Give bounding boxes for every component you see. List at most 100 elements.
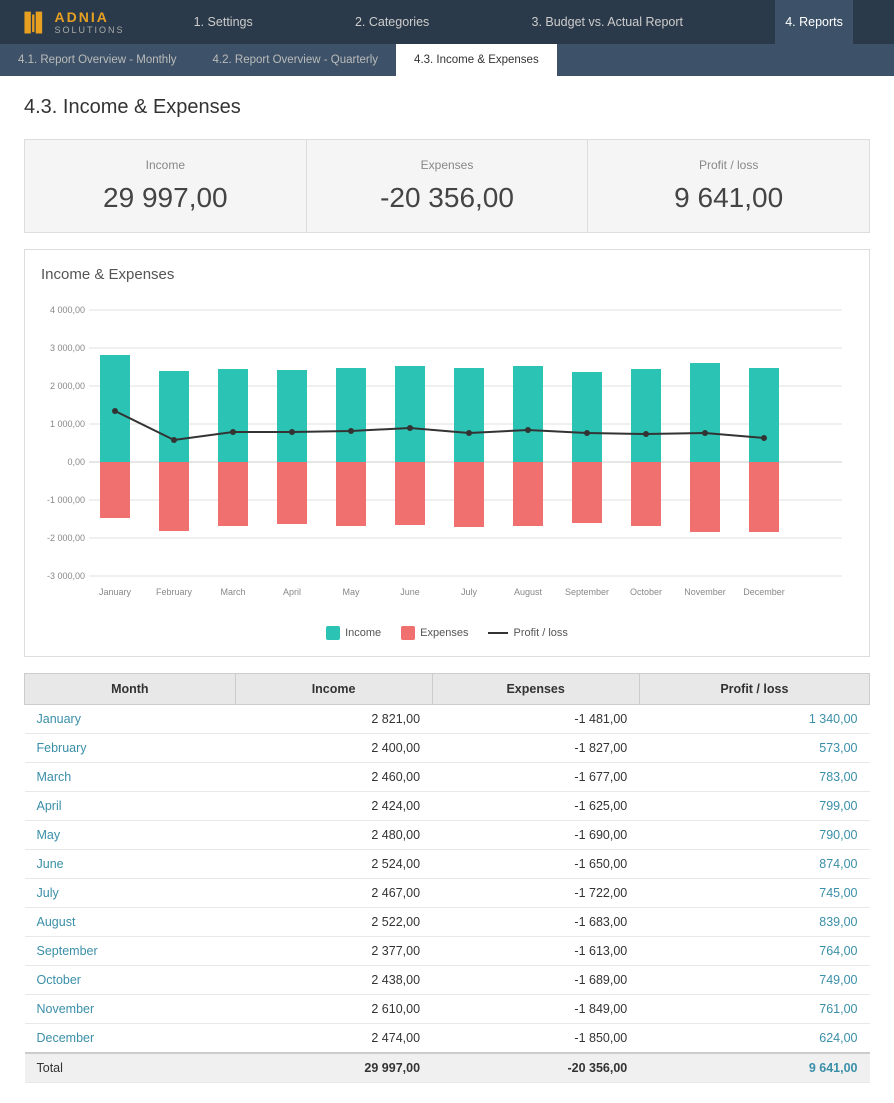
nav-item-categories[interactable]: 2. Categories [345, 0, 439, 44]
table-row: September 2 377,00 -1 613,00 764,00 [25, 937, 870, 966]
svg-text:October: October [630, 587, 662, 597]
chart-svg: 4 000,00 3 000,00 2 000,00 1 000,00 0,00… [41, 295, 853, 615]
nav-item-budget[interactable]: 3. Budget vs. Actual Report [522, 0, 693, 44]
cell-profit: 573,00 [639, 734, 869, 763]
cell-income: 2 460,00 [235, 763, 432, 792]
svg-text:August: August [514, 587, 543, 597]
cell-month: June [25, 850, 236, 879]
cell-expenses: -1 625,00 [432, 792, 639, 821]
total-expenses: -20 356,00 [432, 1053, 639, 1083]
nav-item-settings[interactable]: 1. Settings [184, 0, 263, 44]
svg-text:November: November [684, 587, 726, 597]
svg-text:April: April [283, 587, 301, 597]
cell-profit: 749,00 [639, 966, 869, 995]
cell-expenses: -1 827,00 [432, 734, 639, 763]
table-row: April 2 424,00 -1 625,00 799,00 [25, 792, 870, 821]
expenses-legend-label: Expenses [420, 627, 468, 639]
svg-text:July: July [461, 587, 478, 597]
total-label: Total [25, 1053, 236, 1083]
svg-text:4 000,00: 4 000,00 [50, 305, 85, 315]
cell-profit: 761,00 [639, 995, 869, 1024]
table-total-row: Total 29 997,00 -20 356,00 9 641,00 [25, 1053, 870, 1083]
cell-expenses: -1 650,00 [432, 850, 639, 879]
cell-profit: 783,00 [639, 763, 869, 792]
cell-profit: 624,00 [639, 1024, 869, 1054]
expenses-card: Expenses -20 356,00 [306, 140, 588, 232]
col-header-income: Income [235, 674, 432, 705]
col-header-profit: Profit / loss [639, 674, 869, 705]
data-table: Month Income Expenses Profit / loss Janu… [24, 673, 870, 1083]
svg-text:2 000,00: 2 000,00 [50, 381, 85, 391]
table-row: May 2 480,00 -1 690,00 790,00 [25, 821, 870, 850]
cell-profit: 874,00 [639, 850, 869, 879]
cell-month: September [25, 937, 236, 966]
svg-text:1 000,00: 1 000,00 [50, 419, 85, 429]
cell-income: 2 821,00 [235, 705, 432, 734]
cell-expenses: -1 690,00 [432, 821, 639, 850]
table-row: June 2 524,00 -1 650,00 874,00 [25, 850, 870, 879]
cell-profit: 764,00 [639, 937, 869, 966]
income-card: Income 29 997,00 [25, 140, 306, 232]
page-title: 4.3. Income & Expenses [24, 96, 870, 119]
svg-text:-2 000,00: -2 000,00 [47, 533, 85, 543]
subnav-quarterly[interactable]: 4.2. Report Overview - Quarterly [195, 44, 397, 76]
table-row: November 2 610,00 -1 849,00 761,00 [25, 995, 870, 1024]
cell-income: 2 424,00 [235, 792, 432, 821]
cell-expenses: -1 677,00 [432, 763, 639, 792]
cell-income: 2 438,00 [235, 966, 432, 995]
svg-text:May: May [342, 587, 360, 597]
table-row: December 2 474,00 -1 850,00 624,00 [25, 1024, 870, 1054]
table-row: July 2 467,00 -1 722,00 745,00 [25, 879, 870, 908]
total-income: 29 997,00 [235, 1053, 432, 1083]
cell-month: May [25, 821, 236, 850]
cell-month: January [25, 705, 236, 734]
cell-profit: 839,00 [639, 908, 869, 937]
cell-expenses: -1 481,00 [432, 705, 639, 734]
profit-legend-line [488, 632, 508, 634]
expenses-legend-box [401, 626, 415, 640]
expenses-value: -20 356,00 [327, 182, 568, 214]
cell-expenses: -1 613,00 [432, 937, 639, 966]
income-legend-label: Income [345, 627, 381, 639]
cell-income: 2 467,00 [235, 879, 432, 908]
table-row: February 2 400,00 -1 827,00 573,00 [25, 734, 870, 763]
legend-income: Income [326, 626, 381, 640]
cell-month: July [25, 879, 236, 908]
cell-income: 2 610,00 [235, 995, 432, 1024]
top-nav: ▐|▌ ADNIA SOLUTIONS 1. Settings 2. Categ… [0, 0, 894, 44]
cell-income: 2 522,00 [235, 908, 432, 937]
expenses-label: Expenses [327, 158, 568, 172]
income-label: Income [45, 158, 286, 172]
cell-expenses: -1 850,00 [432, 1024, 639, 1054]
cell-profit: 790,00 [639, 821, 869, 850]
cell-month: October [25, 966, 236, 995]
cell-expenses: -1 849,00 [432, 995, 639, 1024]
chart-title: Income & Expenses [41, 266, 853, 283]
cell-expenses: -1 683,00 [432, 908, 639, 937]
subnav-monthly[interactable]: 4.1. Report Overview - Monthly [0, 44, 195, 76]
legend-profit: Profit / loss [488, 626, 567, 640]
table-row: October 2 438,00 -1 689,00 749,00 [25, 966, 870, 995]
cell-income: 2 524,00 [235, 850, 432, 879]
cell-profit: 745,00 [639, 879, 869, 908]
cell-income: 2 377,00 [235, 937, 432, 966]
profit-value: 9 641,00 [608, 182, 849, 214]
logo-adnia: ADNIA [55, 9, 125, 25]
cell-month: November [25, 995, 236, 1024]
logo: ▐|▌ ADNIA SOLUTIONS [0, 9, 143, 35]
income-value: 29 997,00 [45, 182, 286, 214]
table-row: January 2 821,00 -1 481,00 1 340,00 [25, 705, 870, 734]
nav-item-reports[interactable]: 4. Reports [775, 0, 853, 44]
legend-expenses: Expenses [401, 626, 468, 640]
cell-month: February [25, 734, 236, 763]
profit-card: Profit / loss 9 641,00 [587, 140, 869, 232]
subnav-income-expenses[interactable]: 4.3. Income & Expenses [396, 44, 557, 76]
cell-month: March [25, 763, 236, 792]
svg-text:March: March [220, 587, 245, 597]
table-header-row: Month Income Expenses Profit / loss [25, 674, 870, 705]
summary-cards: Income 29 997,00 Expenses -20 356,00 Pro… [24, 139, 870, 233]
page-content: 4.3. Income & Expenses Income 29 997,00 … [0, 76, 894, 1103]
cell-income: 2 480,00 [235, 821, 432, 850]
col-header-expenses: Expenses [432, 674, 639, 705]
cell-month: December [25, 1024, 236, 1054]
